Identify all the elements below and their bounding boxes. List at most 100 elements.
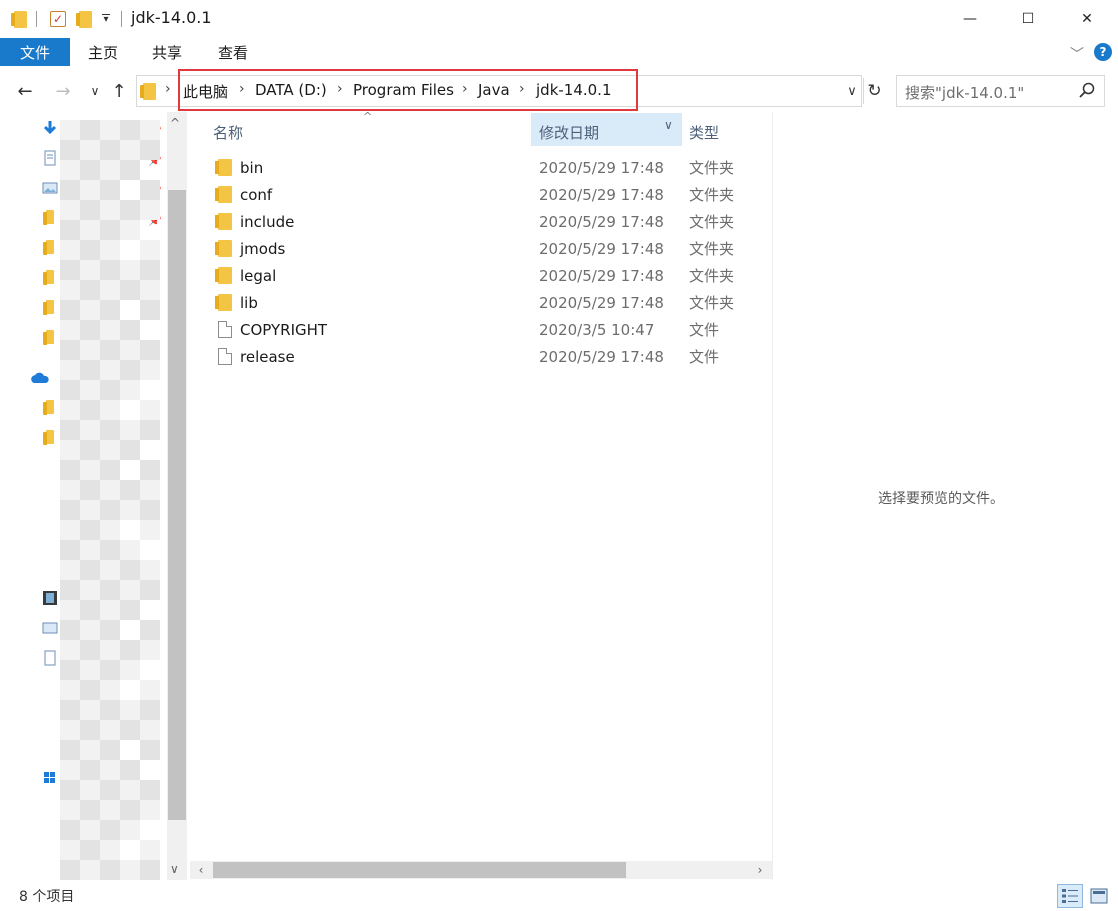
obscured-nav-item (120, 780, 140, 800)
search-icon[interactable] (1078, 81, 1096, 99)
close-button[interactable]: ✕ (1058, 0, 1116, 38)
obscured-nav-item (60, 420, 80, 440)
documents-icon[interactable] (42, 650, 58, 666)
back-button[interactable]: ← (14, 80, 36, 102)
obscured-nav-item (80, 380, 100, 400)
obscured-nav-item (60, 580, 80, 600)
file-row[interactable]: conf 2020/5/29 17:48 文件夹 (0, 181, 772, 208)
obscured-nav-item (60, 680, 80, 700)
obscured-nav-item (120, 440, 140, 460)
address-history-dropdown[interactable]: ∨ (843, 78, 861, 104)
obscured-nav-item (120, 660, 140, 680)
help-icon[interactable]: ? (1094, 43, 1112, 61)
obscured-nav-item (120, 700, 140, 720)
obscured-nav-item (60, 460, 80, 480)
column-header-type[interactable]: 类型 (689, 118, 719, 146)
obscured-nav-item (60, 380, 80, 400)
obscured-nav-item (80, 400, 100, 420)
downloads-icon[interactable] (42, 120, 58, 136)
onedrive-icon[interactable] (30, 370, 50, 386)
obscured-nav-item (120, 480, 140, 500)
status-item-count: 8 个项目 (19, 889, 75, 905)
obscured-nav-item (80, 600, 100, 620)
file-row[interactable]: bin 2020/5/29 17:48 文件夹 (0, 154, 772, 181)
nav-scroll-up[interactable]: ^ (170, 116, 180, 130)
obscured-nav-item (60, 620, 80, 640)
file-date-modified: 2020/3/5 10:47 (539, 320, 655, 339)
obscured-nav-item (100, 800, 120, 820)
file-row[interactable]: include 2020/5/29 17:48 文件夹 (0, 208, 772, 235)
scroll-left-button[interactable]: ‹ (192, 861, 210, 879)
minimize-button[interactable]: — (941, 0, 999, 38)
file-row[interactable]: release 2020/5/29 17:48 文件 (0, 343, 772, 370)
obscured-nav-item (80, 780, 100, 800)
obscured-nav-item (140, 700, 160, 720)
folder-icon (215, 267, 232, 284)
obscured-nav-item (100, 440, 120, 460)
column-header-date[interactable]: 修改日期 (539, 118, 599, 146)
customize-quick-access-icon[interactable]: ▾ (100, 10, 112, 28)
nav-scroll-down[interactable]: ∨ (170, 862, 179, 876)
details-view-icon (1062, 889, 1078, 903)
properties-check-icon[interactable]: ✓ (50, 10, 66, 28)
file-date-modified: 2020/5/29 17:48 (539, 266, 664, 285)
folder-icon[interactable] (43, 430, 54, 445)
obscured-nav-item (80, 840, 100, 860)
pictures-icon[interactable] (42, 620, 58, 636)
folder-icon (215, 240, 232, 257)
obscured-nav-item (120, 760, 140, 780)
file-row[interactable]: jmods 2020/5/29 17:48 文件夹 (0, 235, 772, 262)
obscured-nav-item (80, 560, 100, 580)
obscured-nav-item (120, 120, 140, 140)
expand-ribbon-icon[interactable]: ﹀ (1070, 44, 1084, 64)
maximize-button[interactable]: ☐ (999, 0, 1057, 38)
obscured-nav-item (140, 520, 160, 540)
tab-share[interactable]: 共享 (152, 38, 182, 66)
obscured-nav-item (80, 680, 100, 700)
windows-drive-icon[interactable] (42, 770, 58, 786)
horizontal-scrollbar-thumb[interactable] (213, 862, 626, 878)
obscured-nav-item (60, 600, 80, 620)
folder-icon[interactable] (43, 400, 54, 415)
new-folder-icon[interactable] (75, 10, 93, 28)
file-name: include (240, 212, 295, 231)
file-row[interactable]: lib 2020/5/29 17:48 文件夹 (0, 289, 772, 316)
obscured-nav-item (60, 120, 80, 140)
file-date-modified: 2020/5/29 17:48 (539, 347, 664, 366)
recent-locations-button[interactable]: ∨ (84, 80, 106, 102)
tab-view[interactable]: 查看 (218, 38, 248, 66)
tab-file[interactable]: 文件 (0, 38, 70, 66)
preview-pane-divider[interactable] (772, 112, 773, 880)
column-header-name[interactable]: 名称 (213, 118, 243, 146)
large-icons-view-button[interactable] (1086, 884, 1112, 908)
obscured-nav-item (100, 380, 120, 400)
tab-home[interactable]: 主页 (88, 38, 118, 66)
column-menu-icon[interactable]: ∨ (664, 118, 673, 132)
obscured-nav-item (60, 640, 80, 660)
obscured-nav-item (60, 700, 80, 720)
obscured-nav-item (60, 860, 80, 880)
obscured-nav-item (140, 680, 160, 700)
refresh-button[interactable]: ↻ (863, 78, 885, 104)
obscured-nav-item (100, 540, 120, 560)
details-view-button[interactable] (1057, 884, 1083, 908)
file-row[interactable]: COPYRIGHT 2020/3/5 10:47 文件 (0, 316, 772, 343)
file-name: legal (240, 266, 277, 285)
obscured-nav-item (140, 780, 160, 800)
breadcrumb-separator[interactable]: › (165, 81, 171, 97)
obscured-nav-item (140, 640, 160, 660)
obscured-nav-item (140, 860, 160, 880)
file-row[interactable]: legal 2020/5/29 17:48 文件夹 (0, 262, 772, 289)
scroll-right-button[interactable]: › (751, 861, 769, 879)
up-button[interactable]: ↑ (108, 80, 130, 102)
forward-button[interactable]: → (52, 80, 74, 102)
videos-icon[interactable] (42, 590, 58, 606)
obscured-nav-item (140, 400, 160, 420)
obscured-nav-item (120, 600, 140, 620)
file-type: 文件 (689, 348, 720, 366)
obscured-nav-item (60, 500, 80, 520)
obscured-nav-item (100, 780, 120, 800)
obscured-nav-item (140, 460, 160, 480)
obscured-nav-item (100, 400, 120, 420)
obscured-nav-item (120, 640, 140, 660)
